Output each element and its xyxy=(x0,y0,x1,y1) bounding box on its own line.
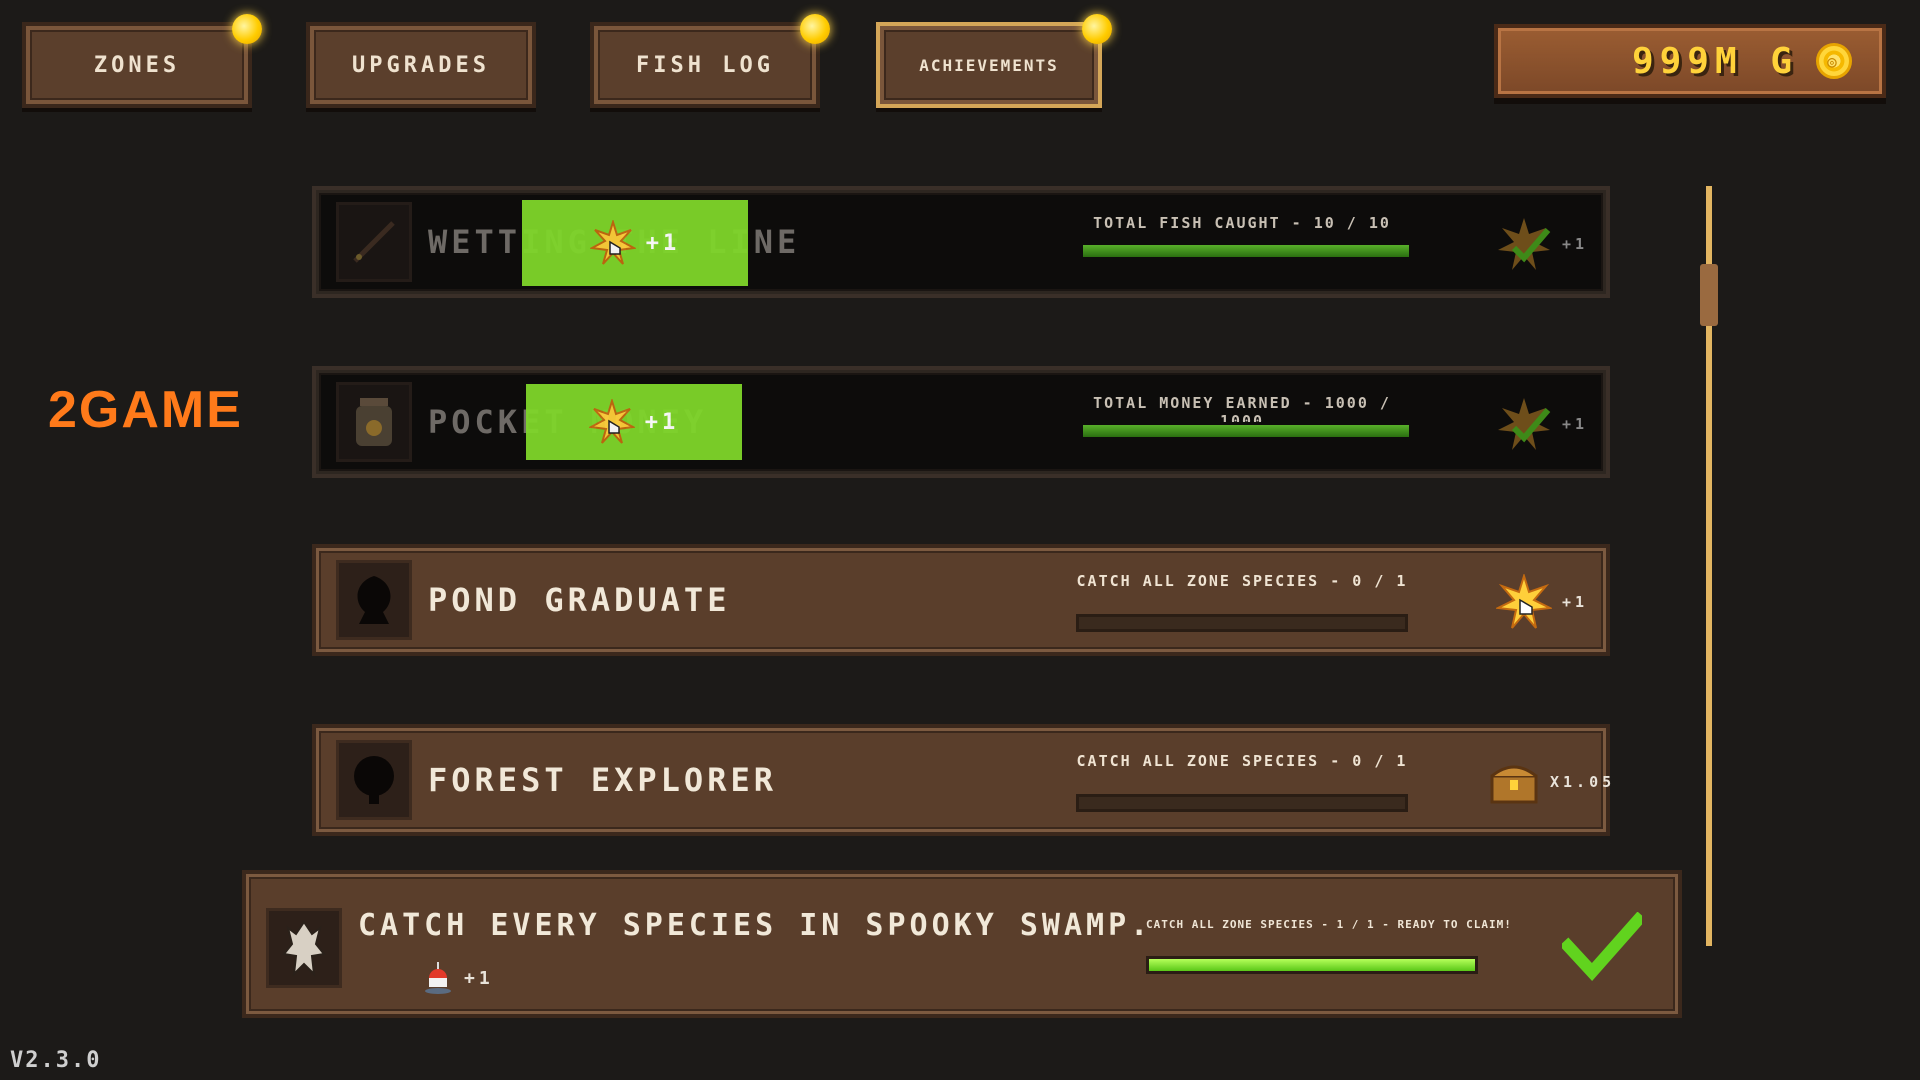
fishing-rod-icon xyxy=(336,202,412,282)
tab-zones-label: ZONES xyxy=(93,52,181,78)
reward-value: +1 xyxy=(1562,593,1589,611)
click-burst-icon xyxy=(1498,218,1551,270)
tab-upgrades-label: UPGRADES xyxy=(352,52,490,78)
achievement-requirement: CATCH ALL ZONE SPECIES - 0 / 1 xyxy=(1076,752,1408,770)
progress-fill xyxy=(1083,245,1409,257)
reward-value: +1 xyxy=(1562,235,1589,253)
claim-popup: +1 xyxy=(522,200,748,286)
claim-popup: +1 xyxy=(526,384,742,460)
achievement-row: FOREST EXPLORER CATCH ALL ZONE SPECIES -… xyxy=(312,724,1611,836)
click-burst-icon xyxy=(1496,574,1552,629)
notification-dot-icon xyxy=(232,14,262,44)
reward-value: X1.05 xyxy=(1550,773,1616,791)
watermark-logo: 2GAME xyxy=(48,381,243,439)
achievement-row: WETTING THE LINE TOTAL FISH CAUGHT - 10 … xyxy=(312,186,1610,298)
achievement-title: FOREST EXPLORER xyxy=(428,761,777,799)
progress-bar xyxy=(1076,794,1408,812)
claim-check-button[interactable] xyxy=(1559,911,1647,982)
version-label: V2.3.0 xyxy=(10,1048,102,1073)
checkmark-icon xyxy=(1559,911,1647,981)
reward: +1 xyxy=(1496,574,1588,630)
achievement-row: POND GRADUATE CATCH ALL ZONE SPECIES - 0… xyxy=(312,544,1610,656)
tab-achievements-label: ACHIEVEMENTS xyxy=(919,55,1059,75)
reward-value: +1 xyxy=(464,967,494,989)
reward-value: +1 xyxy=(1562,415,1589,433)
reward: X1.05 xyxy=(1488,758,1615,806)
tab-zones[interactable]: ZONES xyxy=(22,14,262,108)
achievement-row-ready[interactable]: CATCH EVERY SPECIES IN SPOOKY SWAMP. +1 … xyxy=(242,870,1682,1018)
tab-upgrades[interactable]: UPGRADES xyxy=(306,22,536,108)
progress-bar xyxy=(1080,242,1412,260)
money-amount: 999M G xyxy=(1631,40,1798,82)
achievement-title: POND GRADUATE xyxy=(428,581,731,619)
tab-fish-log-label: FISH LOG xyxy=(636,52,774,78)
reward: +1 xyxy=(1496,216,1588,272)
coin-jar-icon xyxy=(336,382,412,462)
coin-icon: ◎ xyxy=(1816,43,1852,79)
click-burst-icon xyxy=(588,399,635,444)
progress-fill xyxy=(1083,425,1409,437)
claim-popup-value: +1 xyxy=(644,409,680,435)
achievement-title: CATCH EVERY SPECIES IN SPOOKY SWAMP. xyxy=(358,908,1153,943)
fishing-bobber-icon xyxy=(425,962,451,994)
tab-fish-log[interactable]: FISH LOG xyxy=(590,14,830,108)
achievement-requirement: TOTAL FISH CAUGHT - 10 / 10 xyxy=(1093,214,1391,232)
tab-achievements[interactable]: ACHIEVEMENTS xyxy=(876,14,1112,108)
reward: +1 xyxy=(422,960,494,996)
notification-dot-icon xyxy=(800,14,830,44)
achievement-requirement: CATCH ALL ZONE SPECIES - 0 / 1 xyxy=(1076,572,1408,590)
tree-silhouette-icon xyxy=(336,740,412,820)
claim-popup-value: +1 xyxy=(645,230,681,256)
fish-silhouette-icon xyxy=(336,560,412,640)
notification-dot-icon xyxy=(1082,14,1112,44)
click-burst-icon xyxy=(589,220,636,265)
treasure-chest-icon xyxy=(1490,765,1538,804)
scrollbar-thumb[interactable] xyxy=(1700,264,1718,326)
progress-bar xyxy=(1080,422,1412,440)
achievement-requirement: CATCH ALL ZONE SPECIES - 1 / 1 - READY T… xyxy=(1146,918,1512,931)
progress-bar xyxy=(1146,956,1478,974)
money-display: 999M G ◎ xyxy=(1494,24,1886,98)
swamp-creature-icon xyxy=(266,908,342,988)
achievement-row: POCKET MONEY TOTAL MONEY EARNED - 1000 /… xyxy=(312,366,1610,478)
reward: +1 xyxy=(1496,396,1588,452)
progress-bar xyxy=(1076,614,1408,632)
click-burst-icon xyxy=(1498,398,1551,450)
progress-fill xyxy=(1149,959,1475,971)
coin-glyph: ◎ xyxy=(1827,51,1841,71)
